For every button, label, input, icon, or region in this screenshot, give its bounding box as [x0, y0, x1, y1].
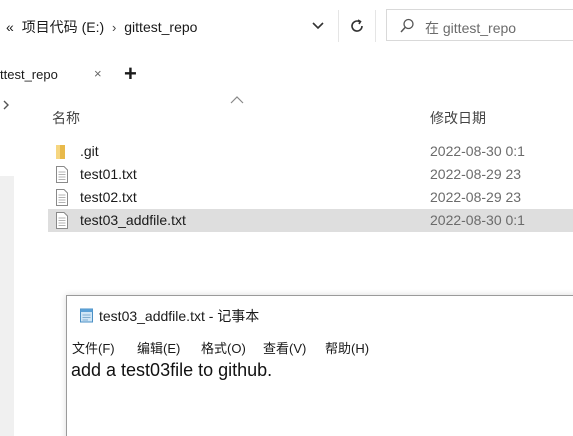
menu-help[interactable]: 帮助(H) — [325, 338, 369, 357]
chevron-right-icon[interactable] — [2, 100, 10, 110]
notepad-title: test03_addfile.txt - 记事本 — [99, 308, 260, 324]
file-row-test02[interactable]: test02.txt 2022-08-29 23 — [48, 186, 573, 209]
column-header-name[interactable]: 名称 — [52, 108, 80, 128]
text-file-icon — [56, 189, 68, 206]
breadcrumb-separator[interactable]: › — [112, 20, 116, 35]
breadcrumb-folder[interactable]: gittest_repo — [124, 19, 197, 35]
notepad-text-area[interactable]: add a test03file to github. — [71, 360, 272, 381]
file-date: 2022-08-30 0:1 — [430, 212, 525, 228]
file-row-test03-addfile[interactable]: test03_addfile.txt 2022-08-30 0:1 — [48, 209, 573, 232]
new-tab-button[interactable]: + — [124, 62, 137, 86]
file-name: test02.txt — [80, 189, 137, 205]
breadcrumb-overflow[interactable]: « — [6, 19, 14, 35]
file-date: 2022-08-29 23 — [430, 166, 522, 182]
search-icon — [400, 18, 414, 33]
menu-file[interactable]: 文件(F) — [72, 338, 115, 357]
text-file-icon — [56, 166, 68, 183]
file-date: 2022-08-30 0:1 — [430, 143, 525, 159]
file-row-test01[interactable]: test01.txt 2022-08-29 23 — [48, 163, 573, 186]
search-placeholder[interactable]: 在 gittest_repo — [425, 18, 516, 38]
text-file-icon — [56, 212, 68, 229]
chevron-down-icon — [312, 22, 324, 30]
folder-icon — [56, 145, 65, 159]
address-bar-row: « 项目代码 (E:) › gittest_repo 在 gittest_rep… — [0, 0, 573, 50]
notepad-titlebar[interactable]: test03_addfile.txt - 记事本 — [67, 296, 573, 332]
tab-gittest-repo[interactable]: ttest_repo × — [0, 58, 115, 92]
address-dropdown-button[interactable] — [306, 14, 330, 38]
file-list: .git 2022-08-30 0:1 test01.txt 2022-08-2… — [48, 140, 573, 232]
column-header-date-modified[interactable]: 修改日期 — [430, 108, 486, 128]
refresh-icon — [351, 19, 363, 32]
notepad-icon — [80, 308, 93, 323]
menu-format[interactable]: 格式(O) — [201, 338, 246, 357]
menu-view[interactable]: 查看(V) — [263, 338, 306, 357]
search-box[interactable]: 在 gittest_repo — [386, 9, 573, 41]
file-row-git[interactable]: .git 2022-08-30 0:1 — [48, 140, 573, 163]
tab-row: ttest_repo × + — [0, 58, 573, 92]
notepad-menubar: 文件(F) 编辑(E) 格式(O) 查看(V) 帮助(H) — [67, 336, 573, 358]
sort-ascending-icon — [230, 96, 244, 104]
refresh-button[interactable] — [338, 10, 376, 42]
tab-label: ttest_repo — [0, 67, 58, 82]
notepad-window[interactable]: test03_addfile.txt - 记事本 文件(F) 编辑(E) 格式(… — [66, 295, 573, 436]
column-header-row: 名称 修改日期 — [52, 96, 573, 134]
breadcrumb[interactable]: « 项目代码 (E:) › gittest_repo — [6, 17, 201, 37]
tab-close-icon[interactable]: × — [94, 66, 102, 81]
file-date: 2022-08-29 23 — [430, 189, 522, 205]
file-name: .git — [80, 143, 99, 159]
navigation-scrollbar[interactable] — [0, 176, 14, 436]
file-name: test01.txt — [80, 166, 137, 182]
file-name: test03_addfile.txt — [80, 212, 186, 228]
breadcrumb-drive[interactable]: 项目代码 (E:) — [22, 19, 104, 35]
menu-edit[interactable]: 编辑(E) — [137, 338, 180, 357]
